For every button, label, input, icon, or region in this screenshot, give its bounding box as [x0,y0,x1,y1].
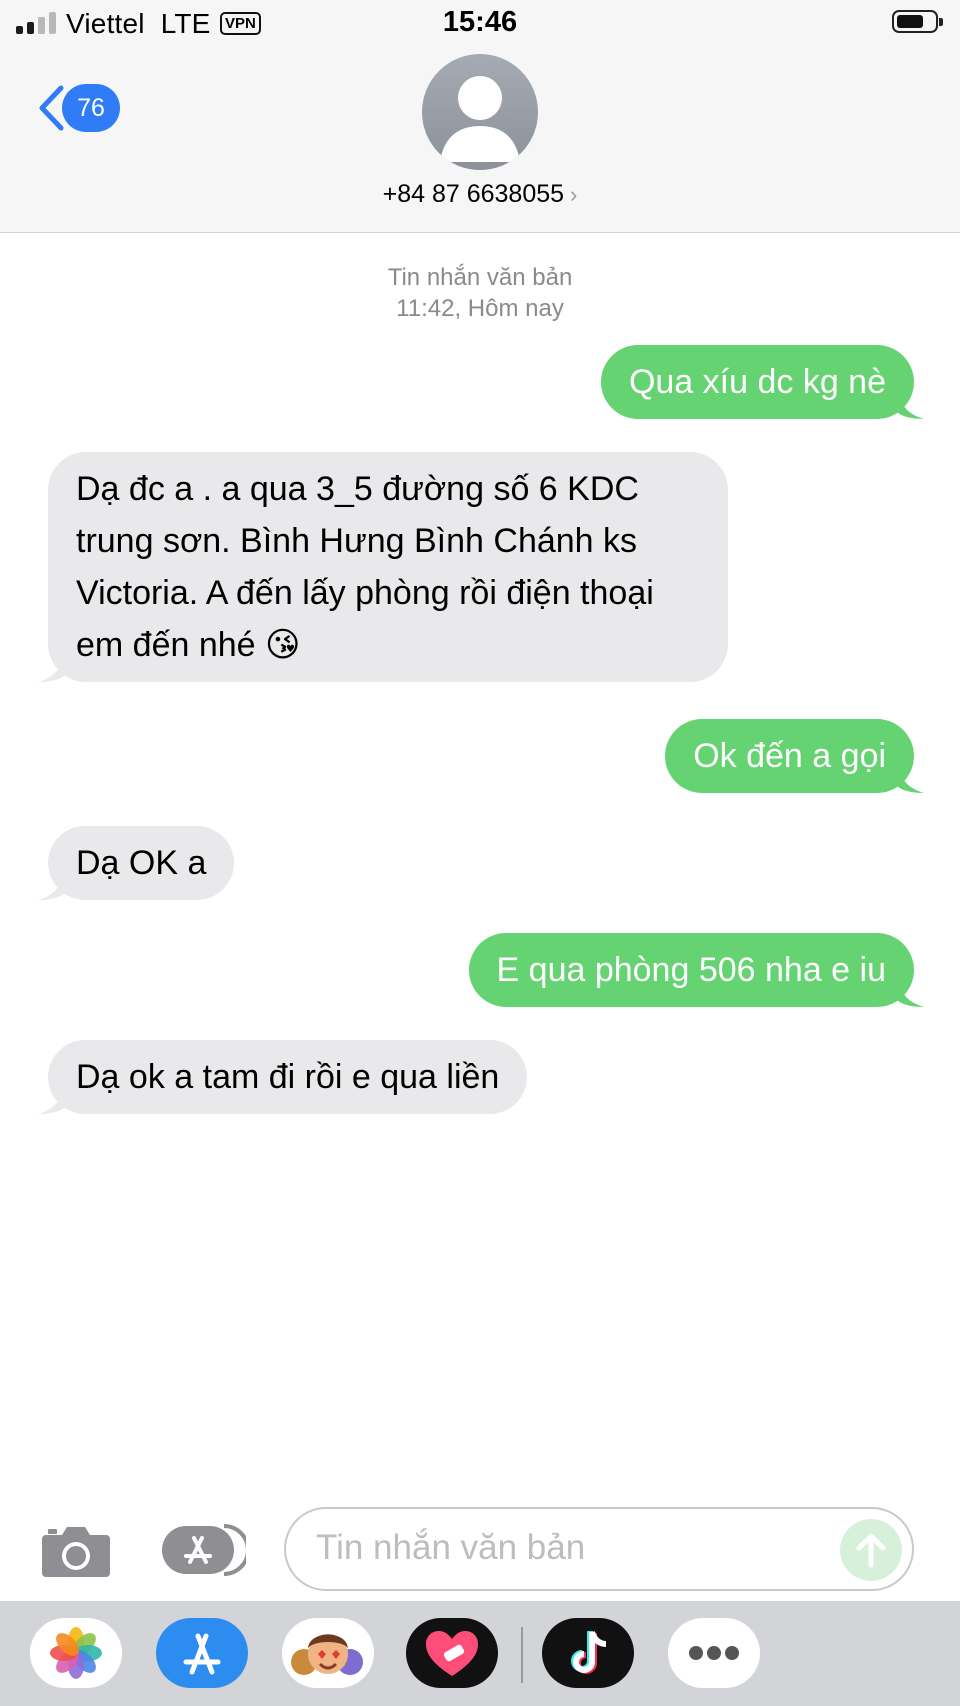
more-apps-icon [689,1646,739,1660]
outgoing-message-bubble[interactable]: Qua xíu dc kg nè [600,345,924,419]
camera-button[interactable] [40,1523,112,1579]
app-store-icon [183,1633,221,1675]
memoji-icon [291,1634,363,1675]
message-text: Dạ đc a . a qua 3_5 đường số 6 KDC trung… [76,470,654,664]
contact-number: +84 87 6638055 [382,180,565,208]
tiktok-app-button[interactable] [542,1618,634,1688]
message-text: Dạ ok a tam đi rồi e qua liền [76,1058,500,1096]
more-apps-button[interactable] [668,1618,760,1688]
message-time-label: 11:42, Hôm nay [396,295,564,322]
outgoing-message-bubble[interactable]: E qua phòng 506 nha e iu [468,933,924,1007]
send-button[interactable] [840,1519,902,1581]
tiktok-icon [571,1631,607,1674]
conversation-header: 76 +84 87 6638055 › [0,48,960,233]
message-text: E qua phòng 506 nha e iu [496,951,886,989]
photos-app-button[interactable] [30,1618,122,1688]
incoming-message-bubble[interactable]: Dạ đc a . a qua 3_5 đường số 6 KDC trung… [38,452,728,682]
message-text: Ok đến a gọi [693,737,886,775]
imessage-app-strip [0,1601,960,1706]
unread-count-badge: 76 [62,84,120,132]
status-bar: Viettel LTE VPN 15:46 [0,0,960,48]
message-type-label: Tin nhắn văn bản [387,264,573,291]
status-time: 15:46 [442,6,518,38]
arrow-up-icon [856,1533,886,1568]
message-input[interactable]: Tin nhắn văn bản [284,1507,914,1591]
contact-avatar[interactable] [422,54,538,170]
app-store-button[interactable] [160,1522,250,1578]
app-store-icon [162,1524,250,1576]
person-icon [440,76,520,162]
chevron-right-icon: › [570,182,578,207]
incoming-message-bubble[interactable]: Dạ ok a tam đi rồi e qua liền [38,1040,528,1114]
heart-app-icon [426,1631,478,1676]
contact-name-button[interactable]: +84 87 6638055 › [0,180,960,209]
app-store-app-button[interactable] [156,1618,248,1688]
message-text: Dạ OK a [76,844,207,882]
camera-icon [42,1527,110,1577]
back-button[interactable]: 76 [36,84,120,132]
heart-app-button[interactable] [406,1618,498,1688]
message-input-placeholder: Tin nhắn văn bản [316,1528,586,1567]
photos-icon [50,1627,102,1679]
app-strip-divider [521,1627,523,1683]
battery-icon [892,10,943,33]
incoming-message-bubble[interactable]: Dạ OK a [38,826,235,900]
message-text: Qua xíu dc kg nè [628,363,886,401]
outgoing-message-bubble[interactable]: Ok đến a gọi [665,719,924,793]
memoji-app-button[interactable] [282,1618,374,1688]
thread-timestamp: Tin nhắn văn bản 11:42, Hôm nay [0,262,960,324]
